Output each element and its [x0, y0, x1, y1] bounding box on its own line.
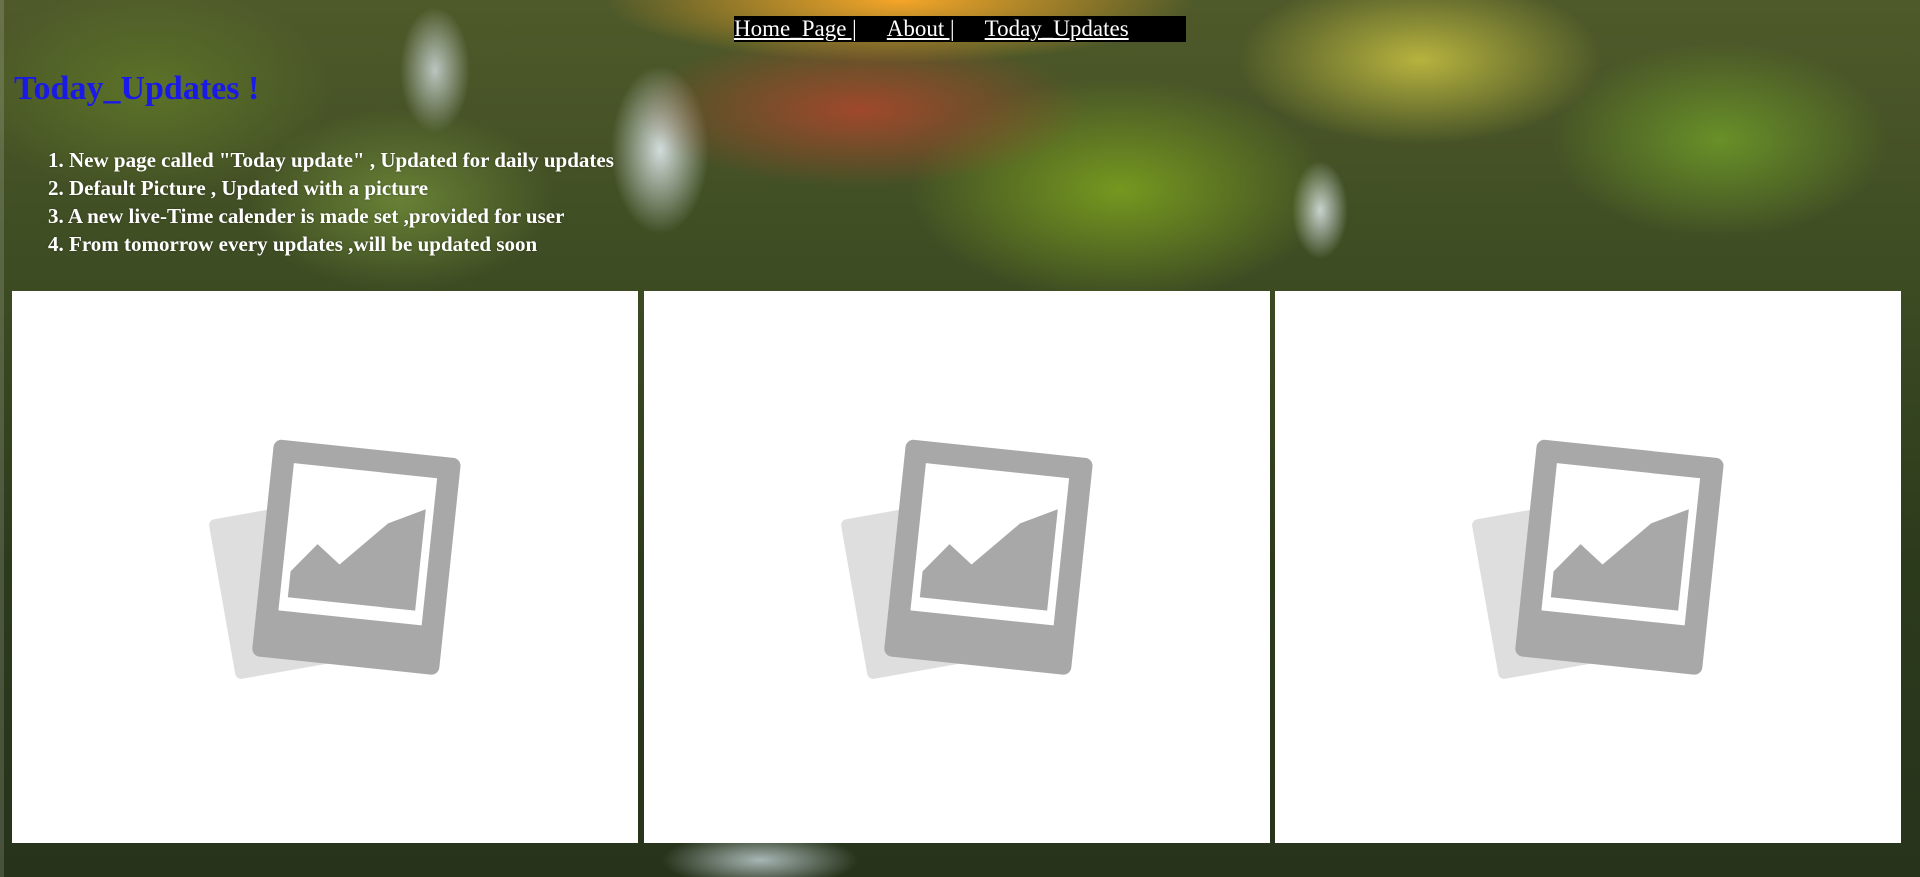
- update-item: 2. Default Picture , Updated with a pict…: [48, 176, 429, 200]
- top-nav: Home_Page | About | Today_Updates: [734, 16, 1186, 42]
- nav-link-about[interactable]: About |: [887, 16, 955, 42]
- image-card-2: [644, 291, 1270, 843]
- nav-link-today-updates[interactable]: Today_Updates: [985, 16, 1129, 42]
- image-card-1: [12, 291, 638, 843]
- image-placeholder-icon: [1472, 439, 1724, 679]
- image-placeholder-icon: [209, 439, 461, 679]
- image-card-3: [1275, 291, 1901, 843]
- background-edge: [0, 0, 4, 877]
- image-gallery: [12, 291, 1901, 843]
- page-title: Today_Updates !: [14, 70, 260, 107]
- update-item: 1. New page called "Today update" , Upda…: [48, 148, 614, 172]
- updates-list: 1. New page called "Today update" , Upda…: [48, 146, 614, 258]
- nav-link-home-page[interactable]: Home_Page |: [734, 16, 857, 42]
- update-item: 4. From tomorrow every updates ,will be …: [48, 232, 538, 256]
- image-placeholder-icon: [841, 439, 1093, 679]
- update-item: 3. A new live-Time calender is made set …: [48, 204, 565, 228]
